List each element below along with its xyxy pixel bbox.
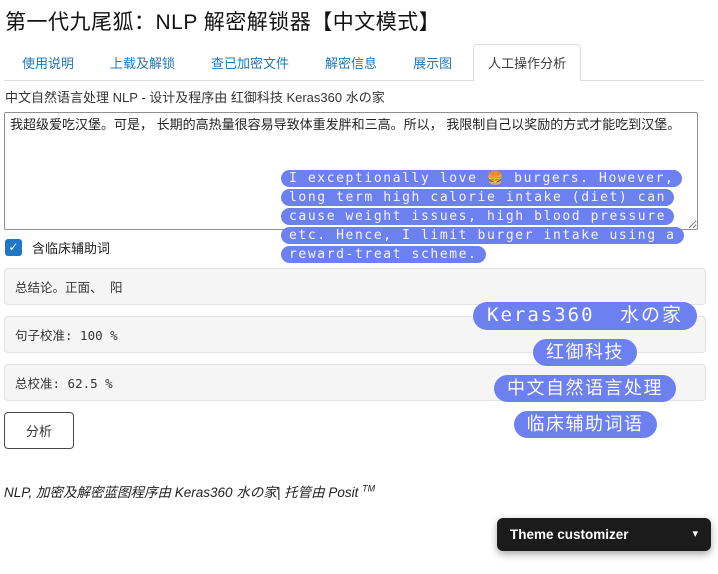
tab-upload-unlock[interactable]: 上载及解锁 [95, 44, 190, 80]
caret-down-icon: ▾ [692, 529, 698, 540]
footer-text: NLP, 加密及解密蓝图程序由 Keras360 水の家| 托管由 Posit [4, 485, 362, 500]
tab-bar: 使用说明 上载及解锁 查已加密文件 解密信息 展示图 人工操作分析 [4, 44, 704, 81]
check-icon: ✓ [8, 240, 18, 254]
analyze-button[interactable]: 分析 [4, 412, 74, 449]
tab-view-encrypted-files[interactable]: 查已加密文件 [196, 44, 304, 80]
page-title: 第一代九尾狐：NLP 解密解锁器【中文模式】 [5, 6, 718, 36]
clinical-terms-checkbox-label: 含临床辅助词 [32, 238, 110, 257]
app-window: 第一代九尾狐：NLP 解密解锁器【中文模式】 使用说明 上载及解锁 查已加密文件… [0, 0, 718, 574]
app-subtitle: 中文自然语言处理 NLP - 设计及程序由 红御科技 Keras360 水の家 [5, 87, 718, 106]
total-calibration-output: 总校准: 62.5 % [4, 364, 706, 401]
theme-customizer-label: Theme customizer [510, 527, 629, 542]
theme-customizer-button[interactable]: Theme customizer ▾ [497, 518, 711, 551]
tab-manual-analysis[interactable]: 人工操作分析 [473, 44, 581, 81]
chinese-text-input[interactable]: 我超级爱吃汉堡。可是， 长期的高热量很容易导致体重发胖和三高。所以， 我限制自己… [4, 112, 698, 230]
conclusion-output: 总结论。正面、 阳 [4, 268, 706, 305]
sentence-calibration-output: 句子校准: 100 % [4, 316, 706, 353]
tab-decryption-info[interactable]: 解密信息 [310, 44, 392, 80]
clinical-terms-checkbox-row: ✓ 含临床辅助词 [5, 237, 718, 257]
tab-display-chart[interactable]: 展示图 [398, 44, 467, 80]
footer-tm-mark: TM [362, 484, 375, 494]
clinical-terms-checkbox[interactable]: ✓ [5, 239, 22, 256]
footer-credit: NLP, 加密及解密蓝图程序由 Keras360 水の家| 托管由 Posit … [4, 481, 718, 501]
tab-usage-instructions[interactable]: 使用说明 [7, 44, 89, 80]
term-pill-clinical-terms: 临床辅助词语 [514, 411, 657, 438]
